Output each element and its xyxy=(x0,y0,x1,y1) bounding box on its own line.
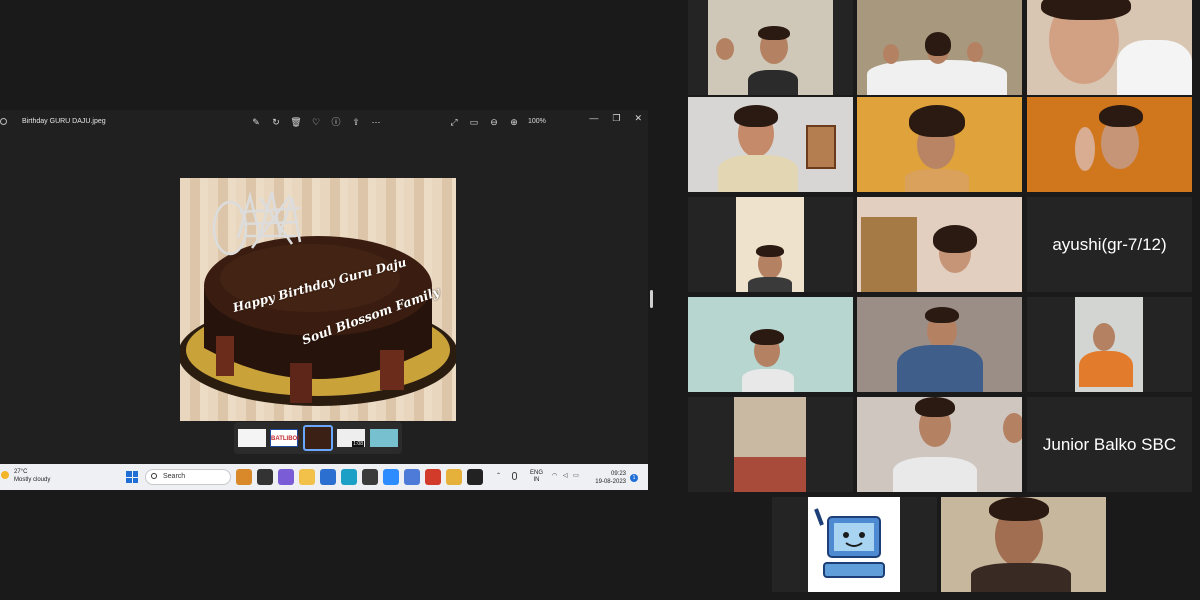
info-icon[interactable]: ⓘ xyxy=(330,116,342,128)
floor-rug xyxy=(734,457,806,492)
microphone-icon[interactable] xyxy=(512,472,517,480)
weather-temp: 27°C xyxy=(14,469,28,475)
minimize-icon[interactable]: — xyxy=(589,113,598,124)
viewer-titlebar: Birthday GURU DAJU.jpeg ✎ ↻ 🗑 ♡ ⓘ ⇪ ⋯ ⤢ … xyxy=(0,110,648,134)
photos-app-icon xyxy=(0,118,7,125)
clock-date: 19-08-2023 xyxy=(595,479,626,485)
wall-portrait xyxy=(806,125,836,169)
participant-video[interactable] xyxy=(857,197,1022,292)
participant-video[interactable] xyxy=(772,497,937,592)
participant-video-active-speaker[interactable] xyxy=(688,97,853,192)
region-code: IN xyxy=(533,477,540,483)
viewer-filename: Birthday GURU DAJU.jpeg xyxy=(22,118,106,125)
rotate-icon[interactable]: ↻ xyxy=(270,116,282,128)
start-button[interactable] xyxy=(126,471,138,483)
expand-icon[interactable]: ⤢ xyxy=(448,116,460,128)
participant-video[interactable] xyxy=(688,0,853,95)
taskbar-apps xyxy=(236,469,483,485)
edge-browser-icon[interactable] xyxy=(341,469,357,485)
windows-taskbar: 27°C Mostly cloudy Search ⌃ ENG IN ◠ ◁ ▭… xyxy=(0,464,648,490)
more-icon[interactable]: ⋯ xyxy=(370,116,382,128)
filmstrip-thumb[interactable]: BATLIBOI xyxy=(270,429,299,447)
notification-badge[interactable]: 1 xyxy=(630,474,638,482)
weather-icon xyxy=(1,471,9,479)
viewer-toolbar: ✎ ↻ 🗑 ♡ ⓘ ⇪ ⋯ xyxy=(250,116,382,128)
close-icon[interactable]: ✕ xyxy=(634,113,642,124)
clock-time: 09:23 xyxy=(610,471,626,477)
delete-icon[interactable]: 🗑 xyxy=(290,116,302,128)
search-icon xyxy=(151,473,157,479)
filmstrip: BATLIBOI 1:08 xyxy=(234,422,402,454)
store-icon[interactable] xyxy=(362,469,378,485)
weather-desc: Mostly cloudy xyxy=(14,477,51,483)
thumb-label: BATLIBOI xyxy=(271,436,299,442)
participant-video[interactable] xyxy=(857,297,1022,392)
participant-video[interactable] xyxy=(1027,0,1192,95)
app-icon[interactable] xyxy=(320,469,336,485)
participant-tile-video-off[interactable]: Junior Balko SBC xyxy=(1027,397,1192,492)
search-placeholder: Search xyxy=(163,473,186,480)
viewer-zoom-controls: ⤢ ▭ ⊖ ⊕ 100% xyxy=(448,116,546,128)
participant-video[interactable] xyxy=(688,197,853,292)
language-indicator[interactable]: ENG IN xyxy=(530,470,543,484)
filmstrip-thumb[interactable]: 1:08 xyxy=(337,429,365,447)
wardrobe xyxy=(861,217,917,292)
share-icon[interactable]: ⇪ xyxy=(350,116,362,128)
participant-video[interactable] xyxy=(688,297,853,392)
participant-name: ayushi(gr-7/12) xyxy=(1052,234,1167,254)
participant-tile-video-off[interactable]: ayushi(gr-7/12) xyxy=(1027,197,1192,292)
pdf-app-icon[interactable] xyxy=(425,469,441,485)
shared-screen-photo-viewer: Birthday GURU DAJU.jpeg ✎ ↻ 🗑 ♡ ⓘ ⇪ ⋯ ⤢ … xyxy=(0,110,648,490)
briefcase-app-icon[interactable] xyxy=(236,469,252,485)
filmstrip-thumb[interactable] xyxy=(238,429,266,447)
chat-app-icon[interactable] xyxy=(278,469,294,485)
chrome-icon[interactable] xyxy=(446,469,462,485)
filmstrip-thumb[interactable] xyxy=(370,429,398,447)
participant-video[interactable] xyxy=(1027,97,1192,192)
chevron-up-icon[interactable]: ⌃ xyxy=(496,472,501,479)
participant-video[interactable] xyxy=(941,497,1106,592)
window-controls: — ❐ ✕ xyxy=(589,113,642,124)
heart-icon[interactable]: ♡ xyxy=(310,116,322,128)
meeting-window: Birthday GURU DAJU.jpeg ✎ ↻ 🗑 ♡ ⓘ ⇪ ⋯ ⤢ … xyxy=(0,0,1200,600)
taskbar-search[interactable]: Search xyxy=(145,469,231,485)
task-view-icon[interactable] xyxy=(257,469,273,485)
language-code: ENG xyxy=(530,470,544,476)
video-duration: 1:08 xyxy=(352,441,364,447)
network-volume-battery-icons[interactable]: ◠ ◁ ▭ xyxy=(552,472,586,479)
participant-video[interactable] xyxy=(1027,297,1192,392)
participant-video[interactable] xyxy=(688,397,853,492)
participant-name: Junior Balko SBC xyxy=(1042,434,1177,454)
taskbar-clock[interactable]: 09:23 19-08-2023 xyxy=(592,470,626,486)
zoom-app-icon[interactable] xyxy=(383,469,399,485)
media-player-icon[interactable] xyxy=(467,469,483,485)
photos-app-icon[interactable] xyxy=(404,469,420,485)
participant-video[interactable] xyxy=(857,0,1022,95)
file-explorer-icon[interactable] xyxy=(299,469,315,485)
edit-icon[interactable]: ✎ xyxy=(250,116,262,128)
participant-video[interactable] xyxy=(857,397,1022,492)
zoom-in-icon[interactable]: ⊕ xyxy=(508,116,520,128)
split-divider-handle[interactable] xyxy=(650,290,653,308)
zoom-out-icon[interactable]: ⊖ xyxy=(488,116,500,128)
filmstrip-thumb-selected[interactable] xyxy=(303,425,333,451)
cake-photo: Happy Birthday Guru Daju Soul Blossom Fa… xyxy=(180,178,456,421)
restore-icon[interactable]: ❐ xyxy=(612,113,620,124)
participant-video[interactable] xyxy=(857,97,1022,192)
computer-cartoon-avatar xyxy=(814,508,885,578)
fit-icon[interactable]: ▭ xyxy=(468,116,480,128)
zoom-level: 100% xyxy=(528,118,546,125)
